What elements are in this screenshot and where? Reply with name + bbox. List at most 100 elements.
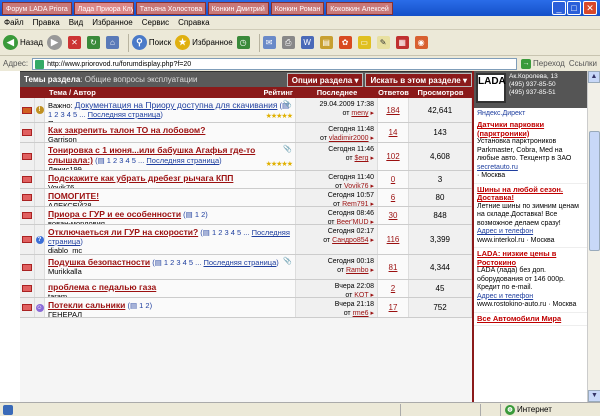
ad-item[interactable]: Датчики парковки (парктроники) Установка… [474,119,587,184]
extra-button-2[interactable]: ✎ [376,36,392,49]
last-post-author[interactable]: $erg [355,155,369,162]
extra-button-3[interactable]: ▦ [395,36,411,49]
address-input[interactable]: http://www.priorovod.ru/forumdisplay.php… [32,57,518,70]
thread-title-link[interactable]: проблема с педалью газа [48,282,156,292]
dealer-banner[interactable]: LADA Ак.Королева, 13 (495) 937-85-50 (49… [474,71,587,108]
minimize-button[interactable]: _ [552,1,566,15]
thread-title-link[interactable]: Подушка безопастности [48,257,150,267]
menu-favorites[interactable]: Избранное [92,18,133,27]
replies-count[interactable]: 81 [389,263,398,272]
replies-count[interactable]: 2 [391,284,395,293]
ad-headline[interactable]: Все Автомобили Мира [477,314,584,324]
taskbar-tab[interactable]: Татьяна Холостова [135,1,206,15]
last-page-link[interactable]: Последняя страница [146,156,219,165]
menu-view[interactable]: Вид [69,18,83,27]
menu-edit[interactable]: Правка [33,18,60,27]
thread-title-link[interactable]: Потекли сальники [48,300,125,310]
print-button[interactable]: ⎙ [281,36,297,49]
thread-title-link[interactable]: Как закрепить талон ТО на лобовом? [48,125,205,135]
ad-item[interactable]: LADA: низкие цены в Ростокино LADA (лада… [474,248,587,313]
col-topic[interactable]: Тема / Автор [49,87,96,98]
scroll-down-button[interactable]: ▼ [588,390,600,402]
last-post-author[interactable]: vladimir2000 [329,135,369,142]
extra-button[interactable]: ▭ [357,36,373,49]
col-last-post[interactable]: Последнее сообщение [296,87,378,108]
replies-count[interactable]: 116 [387,235,400,244]
messenger-button[interactable]: ✿ [338,36,354,49]
thread-row[interactable]: проблема с педалью газа taram Вчера 22:0… [20,280,472,298]
taskbar-tab[interactable]: Конкин Роман [270,1,325,15]
taskbar-tab[interactable]: Коковкин Алексей [326,1,393,15]
replies-count[interactable]: 102 [386,152,399,161]
ad-headline[interactable]: Датчики парковки (парктроники) [477,120,584,138]
thread-title-link[interactable]: Отключаеться ли ГУР на скорости? [48,227,198,237]
replies-count[interactable]: 17 [389,303,398,312]
go-last-post-icon[interactable]: ▸ [370,110,374,117]
go-last-post-icon[interactable]: ▸ [370,310,374,317]
taskbar-tab[interactable]: Форум LADA Priora [2,1,72,15]
ad-link[interactable]: secretauto.ru [477,164,584,173]
replies-count[interactable]: 14 [389,128,398,137]
yandex-direct-link[interactable]: Яндекс.Директ [474,108,587,119]
favorites-button[interactable]: ★ Избранное [175,35,233,50]
last-page-link[interactable]: Последняя страница [88,110,161,119]
thread-author[interactable]: diablo_mc [48,246,292,254]
ad-headline[interactable]: LADA: низкие цены в Ростокино [477,249,584,267]
go-last-post-icon[interactable]: ▸ [370,135,374,142]
taskbar-tab[interactable]: Конкин Дмитрий [207,1,269,15]
last-page-link[interactable]: Последняя страница [204,258,277,267]
thread-pages[interactable]: (▤ 1 2 3 4 5 ... Последняя страница) [152,258,279,267]
refresh-button[interactable]: ↻ [86,36,102,49]
replies-count[interactable]: 30 [389,211,398,220]
ad-link[interactable]: Адрес и телефон [477,293,584,302]
scroll-thumb[interactable] [589,131,600,251]
thread-pages[interactable]: (▤ 1 2) [127,301,152,310]
search-button[interactable]: ⚲ Поиск [131,35,171,50]
last-post-author[interactable]: meny [351,110,368,117]
thread-title-link[interactable]: ПОМОГИТЕ! [48,191,99,201]
thread-pages[interactable]: (▤ 1 2) [183,210,208,219]
thread-author[interactable]: Garrison [48,135,292,142]
go-last-post-icon[interactable]: ▸ [370,155,374,162]
menu-file[interactable]: Файл [4,18,24,27]
stop-button[interactable]: ✕ [67,36,83,49]
search-forum-button[interactable]: Искать в этом разделе ▾ [365,72,472,87]
col-rating[interactable]: Рейтинг [263,87,293,98]
vertical-scrollbar[interactable]: ▲ ▼ [587,71,600,402]
maximize-button[interactable]: □ [567,1,581,15]
forum-options-button[interactable]: Опции раздела ▾ [286,72,364,87]
thread-row[interactable]: Как закрепить талон ТО на лобовом? Garri… [20,123,472,143]
thread-author[interactable]: Murikkalla [48,267,292,276]
thread-row[interactable]: ☺ Потекли сальники (▤ 1 2) ГЕНЕРАЛ Вчера… [20,298,472,318]
discuss-button[interactable]: ▤ [319,36,335,49]
ad-item[interactable]: Все Автомобили Мира [474,313,587,326]
thread-row[interactable]: Тонировка с 1 июня...или бабушка Агафья … [20,143,472,171]
menu-tools[interactable]: Сервис [142,18,169,27]
replies-count[interactable]: 6 [391,193,395,202]
replies-count[interactable]: 0 [391,175,395,184]
taskbar-tab[interactable]: Лада Приора Клуб [73,1,134,15]
ad-item[interactable]: Шины на любой сезон. Доставка! Летние ши… [474,184,587,248]
thread-row[interactable]: Приора с ГУР и ее особенности (▤ 1 2) во… [20,207,472,225]
last-post-author[interactable]: rme6 [353,310,369,317]
close-button[interactable]: ✕ [583,1,597,15]
replies-count[interactable]: 184 [386,106,399,115]
thread-row[interactable]: ? Отключаеться ли ГУР на скорости? (▤ 1 … [20,225,472,255]
last-post-author[interactable]: Сандро854 [332,237,368,244]
back-button[interactable]: ◀ Назад [3,35,43,50]
go-last-post-icon[interactable]: ▸ [370,267,374,274]
thread-title-link[interactable]: Подскажите как убрать дребезг рычага КПП [48,173,233,183]
thread-title-link[interactable]: Документация на Приору доступна для скач… [75,100,278,110]
go-last-post-icon[interactable]: ▸ [370,237,374,244]
thread-row[interactable]: ПОМОГИТЕ! АЛЕКСЕЙ28 Сегодня 10:57 от Rem… [20,189,472,207]
extra-button-4[interactable]: ◉ [414,36,430,49]
col-replies[interactable]: Ответов [378,87,409,98]
links-label[interactable]: Ссылки [569,59,597,68]
history-button[interactable]: ◷ [236,36,252,49]
ad-link[interactable]: Адрес и телефон [477,228,584,237]
scroll-up-button[interactable]: ▲ [588,71,600,83]
home-button[interactable]: ⌂ [105,36,121,49]
thread-row[interactable]: ! Важно: Документация на Приору доступна… [20,98,472,123]
thread-row[interactable]: Подушка безопастности (▤ 1 2 3 4 5 ... П… [20,255,472,280]
ad-headline[interactable]: Шины на любой сезон. Доставка! [477,185,584,203]
